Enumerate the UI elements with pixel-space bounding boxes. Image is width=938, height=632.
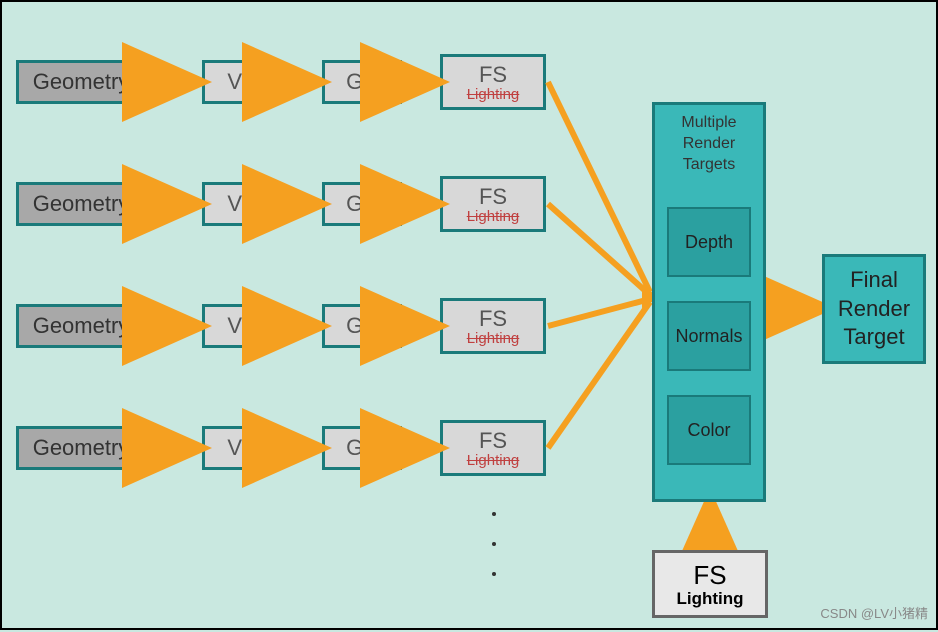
- mrt-depth-label: Depth: [685, 232, 733, 253]
- mrt-normals: Normals: [667, 301, 751, 371]
- arrow-icon: [2, 2, 938, 632]
- mrt-normals-label: Normals: [675, 326, 742, 347]
- mrt-color-label: Color: [687, 420, 730, 441]
- fs-lighting-sub: Lighting: [676, 589, 743, 609]
- watermark-text: CSDN @LV小猪精: [820, 606, 928, 621]
- fs-lighting-title: FS: [693, 560, 726, 591]
- watermark: CSDN @LV小猪精: [820, 603, 928, 622]
- ellipsis-dot: [492, 542, 496, 546]
- mrt-color: Color: [667, 395, 751, 465]
- ellipsis-dot: [492, 512, 496, 516]
- mrt-title: Multiple Render Targets: [681, 113, 736, 175]
- final-label: Final Render Target: [838, 266, 910, 352]
- fs-lighting-box: FS Lighting: [652, 550, 768, 618]
- final-render-target: Final Render Target: [822, 254, 926, 364]
- mrt-box: Multiple Render Targets Depth Normals Co…: [652, 102, 766, 502]
- ellipsis-dot: [492, 572, 496, 576]
- mrt-depth: Depth: [667, 207, 751, 277]
